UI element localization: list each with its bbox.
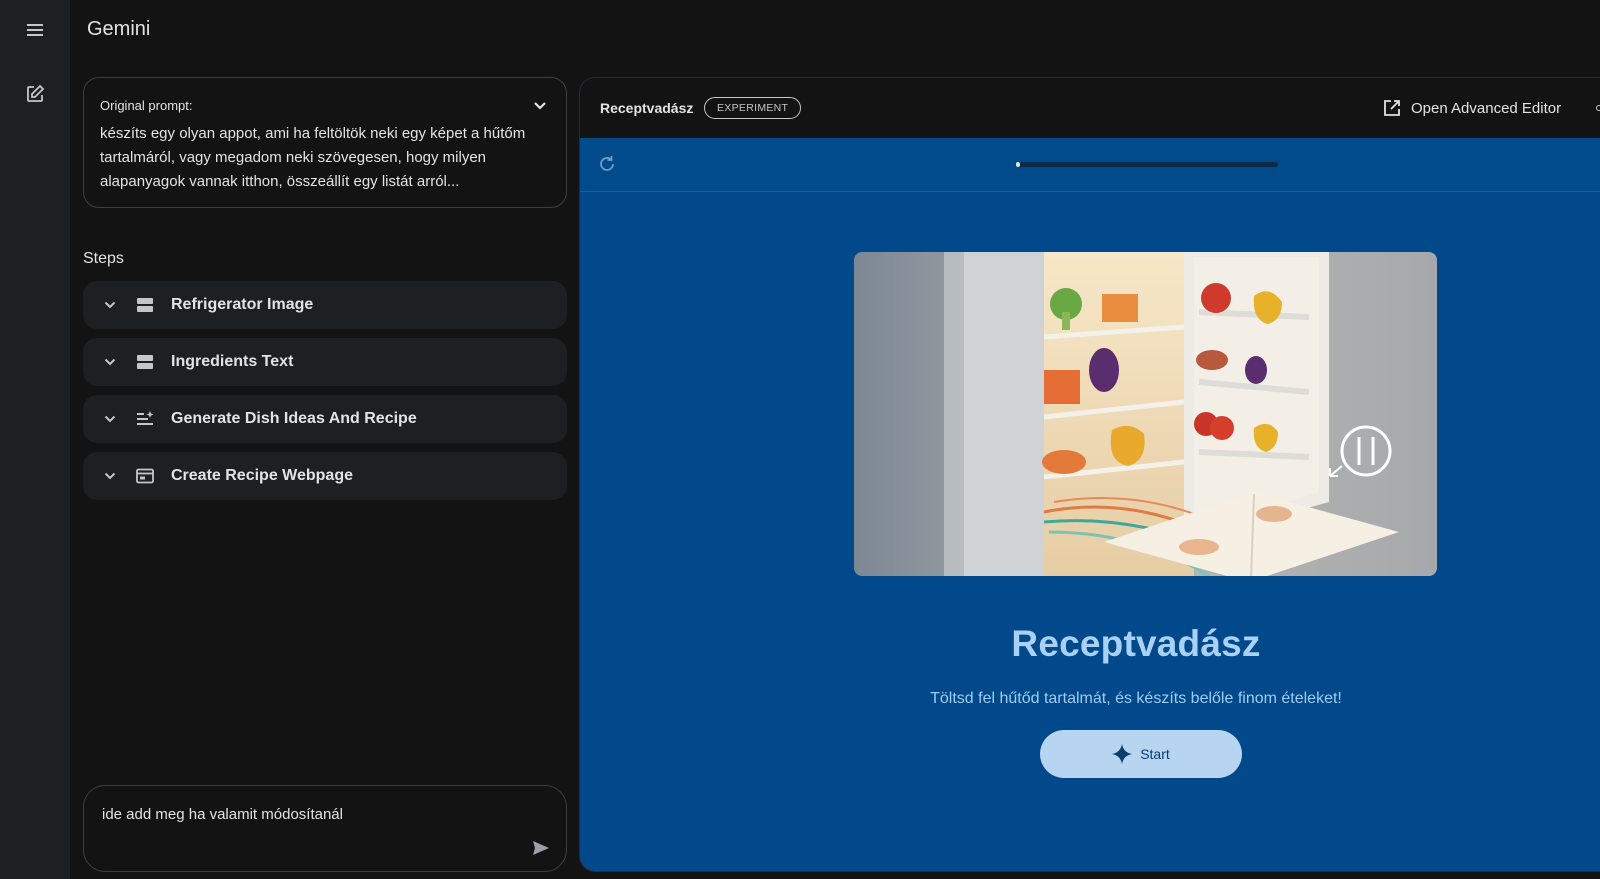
open-in-new-icon xyxy=(1384,100,1400,116)
menu-button[interactable] xyxy=(19,14,51,46)
step-ingredients-text[interactable]: Ingredients Text xyxy=(83,338,567,386)
start-button[interactable]: Start xyxy=(1040,730,1242,778)
app-title: Gemini xyxy=(87,18,151,40)
step-label: Create Recipe Webpage xyxy=(171,467,353,484)
step-generate-dish-ideas[interactable]: Generate Dish Ideas And Recipe xyxy=(83,395,567,443)
start-label: Start xyxy=(1140,746,1170,762)
reload-button[interactable] xyxy=(596,153,618,175)
sparkle-icon xyxy=(1112,744,1133,764)
hamburger-menu-icon xyxy=(27,24,43,36)
hero-subtitle: Töltsd fel hűtőd tartalmát, és készíts b… xyxy=(930,690,1342,707)
chevron-down-icon xyxy=(101,467,119,485)
step-label: Ingredients Text xyxy=(171,353,294,370)
send-icon xyxy=(533,841,549,855)
modification-input-box xyxy=(83,785,567,872)
send-button[interactable] xyxy=(530,837,552,859)
chevron-down-icon xyxy=(101,410,119,428)
original-prompt-card: Original prompt: készíts egy olyan appot… xyxy=(83,77,567,208)
refresh-icon xyxy=(600,156,614,171)
step-label: Refrigerator Image xyxy=(171,296,314,313)
expand-prompt-button[interactable] xyxy=(530,96,550,116)
fridge-illustration xyxy=(854,252,1437,576)
chevron-down-icon xyxy=(534,102,546,110)
progress-bar xyxy=(1016,162,1278,167)
more-options-icon[interactable] xyxy=(1596,105,1600,111)
app-preview-panel: Receptvadász EXPERIMENT Open Advanced Ed… xyxy=(579,77,1600,872)
experiment-badge: EXPERIMENT xyxy=(704,97,802,119)
input-icon xyxy=(135,295,155,315)
modification-input[interactable] xyxy=(102,806,502,846)
preview-header: Receptvadász EXPERIMENT Open Advanced Ed… xyxy=(580,78,1600,138)
hero-title: Receptvadász xyxy=(1011,623,1261,664)
side-rail xyxy=(0,0,70,879)
open-advanced-editor-label: Open Advanced Editor xyxy=(1411,99,1562,117)
new-chat-button[interactable] xyxy=(19,78,51,110)
prompt-label: Original prompt: xyxy=(100,98,193,113)
chevron-down-icon xyxy=(101,296,119,314)
open-advanced-editor-button[interactable]: Open Advanced Editor xyxy=(1383,95,1561,121)
steps-heading: Steps xyxy=(83,250,124,267)
step-create-recipe-webpage[interactable]: Create Recipe Webpage xyxy=(83,452,567,500)
web-icon xyxy=(135,466,155,486)
progress-fill xyxy=(1016,162,1020,167)
chevron-down-icon xyxy=(101,353,119,371)
step-label: Generate Dish Ideas And Recipe xyxy=(171,410,417,427)
preview-toolbar xyxy=(580,138,1600,192)
step-refrigerator-image[interactable]: Refrigerator Image xyxy=(83,281,567,329)
preview-app-name: Receptvadász xyxy=(600,100,694,116)
input-icon xyxy=(135,352,155,372)
sparkle-list-icon xyxy=(135,409,155,429)
prompt-text: készíts egy olyan appot, ami ha feltöltö… xyxy=(100,125,526,190)
edit-icon xyxy=(27,84,45,102)
